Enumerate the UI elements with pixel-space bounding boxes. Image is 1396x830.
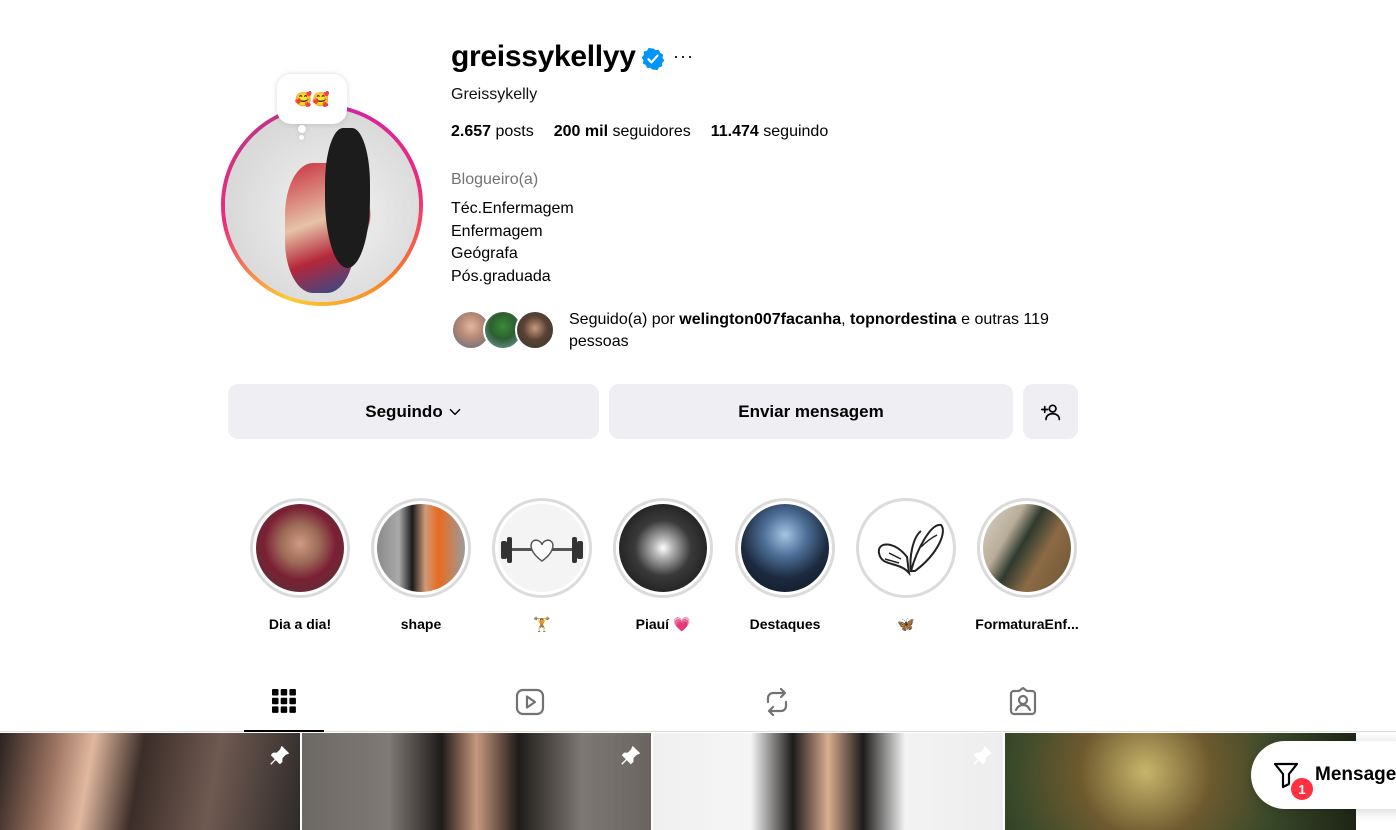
highlight-label: 🦋	[897, 616, 915, 632]
profile-stats: 2.657 posts 200 mil seguidores 11.474 se…	[451, 123, 828, 141]
tagged-icon	[1009, 686, 1037, 716]
profile-avatar[interactable]	[221, 104, 423, 306]
dumbbell-heart-icon	[501, 537, 583, 563]
highlight-item[interactable]: shape	[367, 498, 475, 632]
profile-category: Blogueiro(a)	[451, 171, 539, 188]
highlight-item[interactable]: 🦋	[852, 498, 960, 633]
pinned-icon	[973, 746, 992, 765]
note-bubble-tail-small	[299, 135, 304, 140]
stat-following[interactable]: 11.474 seguindo	[711, 123, 828, 141]
tabs-divider	[0, 731, 1396, 732]
tab-posts[interactable]	[244, 686, 324, 732]
highlight-label: 🏋️	[533, 616, 551, 632]
stat-followers[interactable]: 200 mil seguidores	[554, 123, 691, 141]
highlight-item[interactable]: Destaques	[731, 498, 839, 632]
highlight-cover	[492, 498, 592, 598]
grid-icon	[272, 689, 296, 713]
highlight-label: FormaturaEnf...	[975, 616, 1079, 632]
post-thumbnail[interactable]	[302, 733, 651, 830]
note-bubble-tail	[298, 125, 306, 133]
more-options-icon[interactable]: ···	[673, 46, 694, 67]
repost-icon	[766, 687, 788, 716]
butterfly-icon	[877, 524, 944, 577]
note-bubble[interactable]: 🥰🥰	[277, 74, 347, 124]
bio-line: Téc.Enfermagem	[451, 200, 574, 217]
messages-button[interactable]: 1 Mensagens	[1251, 741, 1396, 809]
highlight-item[interactable]: Dia a dia!	[246, 498, 354, 632]
highlight-label: shape	[400, 616, 442, 632]
profile-bio: Téc.Enfermagem Enfermagem Geógrafa Pós.g…	[451, 198, 574, 289]
username: greissykellyy	[451, 40, 636, 73]
highlight-cover	[250, 498, 350, 598]
following-button[interactable]: Seguindo	[228, 384, 599, 439]
send-message-button[interactable]: Enviar mensagem	[609, 384, 1013, 439]
chevron-down-icon	[449, 408, 461, 415]
full-name: Greissykelly	[451, 86, 538, 103]
post-thumbnail[interactable]	[653, 733, 1003, 830]
highlight-item[interactable]: FormaturaEnf...	[973, 498, 1081, 632]
suggested-users-button[interactable]	[1023, 384, 1078, 439]
bio-line: Enfermagem	[451, 222, 543, 240]
followed-by-user-2[interactable]: topnordestina	[850, 311, 957, 328]
highlight-label: Piauí 💗	[635, 616, 691, 632]
highlight-cover	[977, 498, 1077, 598]
stat-posts: 2.657 posts	[451, 123, 534, 140]
reels-icon	[515, 688, 545, 716]
post-thumbnail[interactable]	[0, 733, 300, 830]
followed-by-user-1[interactable]: welington007facanha	[679, 311, 841, 328]
unread-badge: 1	[1289, 776, 1315, 802]
highlight-label: Dia a dia!	[268, 616, 332, 632]
highlight-cover	[856, 498, 956, 598]
tab-tagged[interactable]	[983, 686, 1063, 732]
followed-by-avatars[interactable]	[451, 310, 561, 350]
pinned-icon	[270, 746, 289, 765]
tab-reels[interactable]	[490, 686, 570, 732]
note-text: 🥰🥰	[294, 90, 330, 107]
bio-line: Pós.graduada	[451, 268, 551, 286]
avatar-photo	[225, 108, 419, 302]
followed-by-text[interactable]: Seguido(a) por welington007facanha, topn…	[569, 309, 1089, 353]
verified-badge-icon	[641, 47, 665, 71]
highlight-item[interactable]: 🏋️	[488, 498, 596, 633]
follower-avatar	[515, 310, 555, 350]
bio-line: Geógrafa	[451, 245, 518, 263]
highlight-cover	[735, 498, 835, 598]
add-person-icon	[1040, 404, 1060, 420]
highlight-label: Destaques	[749, 616, 821, 632]
tab-reposts[interactable]	[737, 686, 817, 732]
highlight-cover	[371, 498, 471, 598]
pinned-icon	[621, 746, 640, 765]
highlight-item[interactable]: Piauí 💗	[609, 498, 717, 633]
messages-label: Mensagens	[1315, 764, 1396, 785]
highlight-cover	[613, 498, 713, 598]
